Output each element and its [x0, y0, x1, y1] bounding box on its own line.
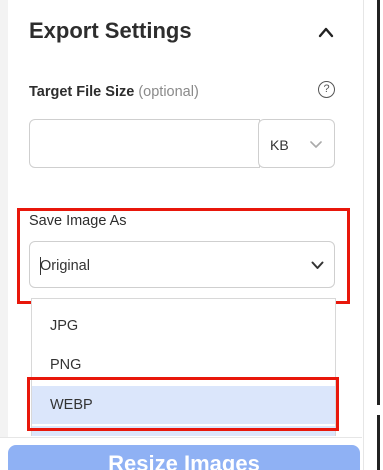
chevron-up-icon[interactable] [318, 26, 334, 38]
format-option-label: PNG [50, 357, 82, 373]
chevron-down-icon [310, 141, 322, 148]
panel-divider [363, 0, 383, 470]
format-option-label: JPG [50, 318, 79, 334]
annotation-highlight-save-as [17, 208, 350, 304]
export-settings-panel: Export Settings Target File Size (option… [0, 0, 362, 470]
unit-select[interactable]: KB [258, 119, 335, 168]
optional-hint: (optional) [138, 84, 199, 100]
format-option-jpg[interactable]: JPG [32, 307, 335, 345]
resize-images-button[interactable]: Resize Images [8, 445, 360, 470]
target-file-size-label-text: Target File Size [29, 84, 135, 100]
help-icon[interactable]: ? [318, 81, 335, 98]
target-file-size-label: Target File Size (optional) [29, 84, 199, 100]
annotation-highlight-webp [27, 377, 339, 431]
unit-select-value: KB [270, 137, 289, 153]
panel-left-rail [0, 0, 8, 470]
background-edge [377, 415, 380, 470]
section-title: Export Settings [29, 18, 192, 43]
target-file-size-input[interactable] [29, 119, 260, 168]
background-edge [377, 0, 380, 405]
